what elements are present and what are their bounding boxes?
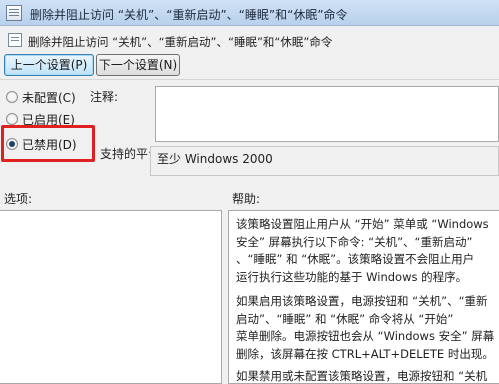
radio-not-configured[interactable]: 未配置(C) [6,88,76,106]
help-paragraph: 如果启用该策略设置，电源按钮和 “关机”、“重新 启动”、“睡眠” 和 “休眠”… [236,293,494,363]
help-line: 菜单删除。电源按钮也会从 “Windows 安全” 屏幕 [236,329,495,343]
setting-header: 删除并阻止访问 “关机”、“重新启动”、“睡眠”和“休眠”命令 [0,30,499,52]
divider [0,79,499,80]
radio-circle[interactable] [6,91,18,103]
help-line: 如果启用该策略设置，电源按钮和 “关机”、“重新 [236,294,488,308]
help-pane[interactable]: 该策略设置阻止用户从 “开始” 菜单或 “Windows 安全” 屏幕执行以下命… [228,210,499,384]
supported-platform-field: 至少 Windows 2000 [150,146,499,176]
title-bar: 删除并阻止访问 “关机”、“重新启动”、“睡眠”和“休眠”命令 [0,0,499,26]
help-line: 如果禁用或未配置该策略设置，电源按钮和 “关机 [236,369,488,383]
app-icon [6,5,22,21]
radio-label: 未配置(C) [22,90,76,105]
next-setting-button[interactable]: 下一个设置(N) [96,54,180,76]
help-line: 该策略设置阻止用户从 “开始” 菜单或 “Windows [236,217,489,231]
help-line: 运行执行这些功能的基于 Windows 的程序。 [236,269,468,284]
window-title: 删除并阻止访问 “关机”、“重新启动”、“睡眠”和“休眠”命令 [30,8,348,22]
previous-setting-button[interactable]: 上一个设置(P) [4,54,94,76]
help-line: 启动”、“睡眠” 和 “休眠” 命令将从 “开始” [236,311,454,326]
help-paragraph: 如果禁用或未配置该策略设置，电源按钮和 “关机 [236,368,494,383]
comment-label: 注释: [90,90,119,104]
options-pane[interactable] [0,210,222,384]
help-line: 安全” 屏幕执行以下命令: “关机”、“重新启动” [236,234,473,249]
options-label: 选项: [4,192,33,206]
help-line: 删除，该屏幕在按 CTRL+ALT+DELETE 时出现。 [236,346,494,361]
highlight-annotation [1,125,95,162]
radio-circle[interactable] [6,113,18,125]
help-label: 帮助: [232,192,261,206]
supported-platform-value: 至少 Windows 2000 [157,152,273,166]
setting-icon [8,33,22,47]
setting-title: 删除并阻止访问 “关机”、“重新启动”、“睡眠”和“休眠”命令 [28,35,333,49]
help-line: 、“睡眠” 和 “休眠”。该策略设置不会阻止用户 [236,252,475,266]
comment-textarea[interactable] [155,86,499,142]
help-paragraph: 该策略设置阻止用户从 “开始” 菜单或 “Windows 安全” 屏幕执行以下命… [236,216,494,286]
